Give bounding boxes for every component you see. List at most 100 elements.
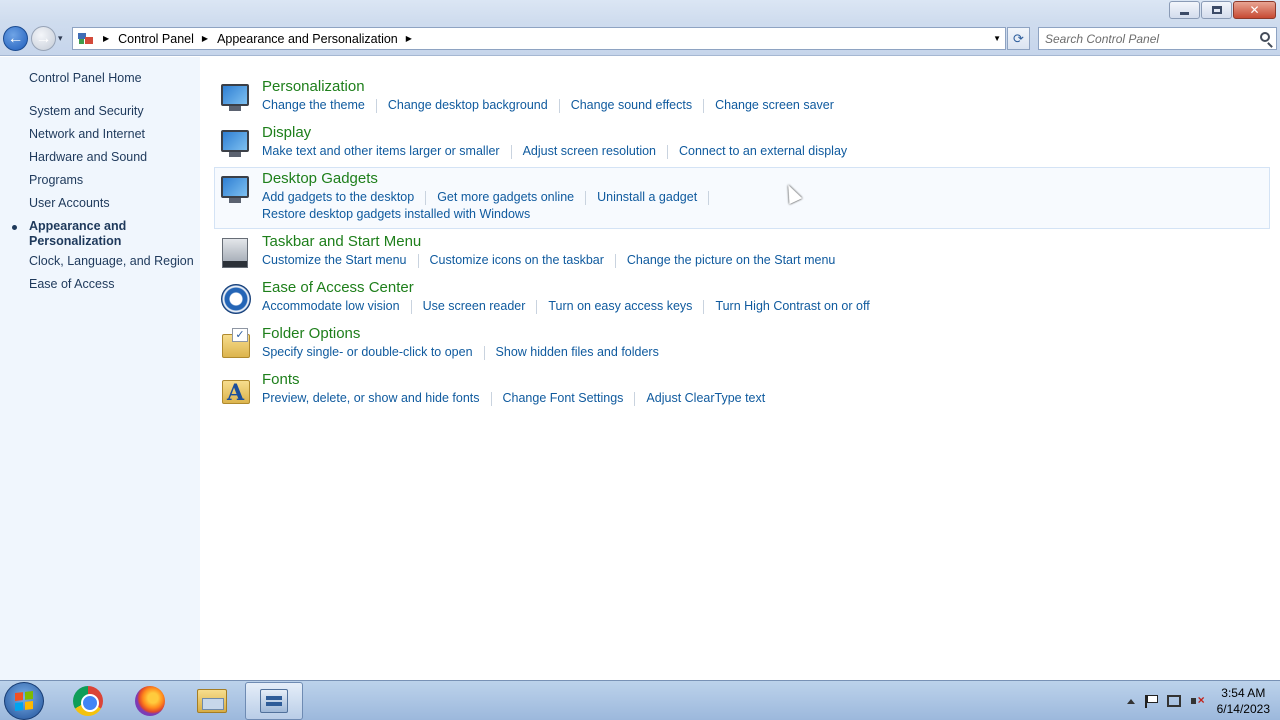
sidebar-item-user-accounts[interactable]: User Accounts — [29, 196, 110, 211]
category-display: Display Make text and other items larger… — [215, 123, 1270, 163]
link-change-screen-saver[interactable]: Change screen saver — [715, 97, 834, 114]
desktop-gadgets-icon[interactable] — [219, 173, 251, 205]
link-separator — [536, 300, 538, 314]
category-title-desktop-gadgets[interactable]: Desktop Gadgets — [262, 169, 378, 189]
sidebar-control-panel-home[interactable]: Control Panel Home — [29, 71, 142, 86]
breadcrumb-arrow-icon[interactable]: ▶ — [202, 34, 208, 43]
link-separator — [703, 99, 705, 113]
volume-muted-icon[interactable] — [1190, 693, 1205, 707]
close-button[interactable]: ✕ — [1233, 1, 1276, 19]
taskbar-icon[interactable] — [219, 236, 251, 268]
link-adjust-cleartype[interactable]: Adjust ClearType text — [646, 390, 765, 407]
clock-date: 6/14/2023 — [1216, 702, 1270, 716]
breadcrumb-appearance[interactable]: Appearance and Personalization — [217, 32, 398, 46]
address-dropdown-icon[interactable]: ▼ — [993, 34, 1001, 43]
navigation-bar: ← → ▾ ▶ Control Panel ▶ Appearance and P… — [0, 22, 1280, 56]
clock[interactable]: 3:54 AM 6/14/2023 — [1217, 685, 1270, 717]
windows-logo-icon — [15, 691, 33, 711]
taskbar-firefox[interactable] — [121, 682, 179, 720]
link-uninstall-gadget[interactable]: Uninstall a gadget — [597, 189, 697, 206]
sidebar: Control Panel Home System and Security N… — [0, 57, 200, 680]
link-change-theme[interactable]: Change the theme — [262, 97, 365, 114]
taskbar-control-panel[interactable] — [245, 682, 303, 720]
category-links: Specify single- or double-click to open … — [262, 344, 1162, 361]
chrome-icon — [73, 686, 103, 716]
start-button[interactable] — [4, 682, 44, 720]
taskbar-file-explorer[interactable] — [183, 682, 241, 720]
search-box[interactable] — [1038, 27, 1277, 50]
restore-icon — [1211, 6, 1222, 14]
title-bar: ✕ — [0, 0, 1280, 22]
taskbar: 3:54 AM 6/14/2023 — [0, 680, 1280, 720]
forward-arrow-icon: → — [35, 29, 52, 47]
link-adjust-resolution[interactable]: Adjust screen resolution — [523, 143, 656, 160]
show-hidden-icons-icon[interactable] — [1126, 698, 1135, 704]
link-use-screen-reader[interactable]: Use screen reader — [423, 298, 526, 315]
link-single-double-click[interactable]: Specify single- or double-click to open — [262, 344, 473, 361]
search-input[interactable] — [1039, 28, 1249, 49]
control-panel-icon — [77, 32, 95, 46]
link-change-font-settings[interactable]: Change Font Settings — [503, 390, 624, 407]
link-add-gadgets[interactable]: Add gadgets to the desktop — [262, 189, 414, 206]
link-customize-start-menu[interactable]: Customize the Start menu — [262, 252, 407, 269]
sidebar-item-ease-of-access[interactable]: Ease of Access — [29, 277, 114, 292]
breadcrumb-arrow-icon[interactable]: ▶ — [103, 34, 109, 43]
address-bar[interactable]: ▶ Control Panel ▶ Appearance and Persona… — [72, 27, 1006, 50]
action-center-flag-icon[interactable] — [1144, 694, 1158, 708]
category-title-folder-options[interactable]: Folder Options — [262, 324, 360, 344]
link-change-start-picture[interactable]: Change the picture on the Start menu — [627, 252, 835, 269]
back-button[interactable]: ← — [3, 26, 28, 51]
breadcrumb-control-panel[interactable]: Control Panel — [118, 32, 194, 46]
recent-pages-button[interactable]: ▾ — [58, 33, 63, 44]
category-title-fonts[interactable]: Fonts — [262, 370, 300, 390]
link-separator — [425, 191, 427, 205]
link-easy-access-keys[interactable]: Turn on easy access keys — [548, 298, 692, 315]
link-preview-fonts[interactable]: Preview, delete, or show and hide fonts — [262, 390, 480, 407]
category-fonts: A Fonts Preview, delete, or show and hid… — [215, 370, 1270, 410]
link-connect-external-display[interactable]: Connect to an external display — [679, 143, 847, 160]
link-restore-gadgets[interactable]: Restore desktop gadgets installed with W… — [262, 206, 530, 223]
link-accommodate-low-vision[interactable]: Accommodate low vision — [262, 298, 400, 315]
link-make-text-larger[interactable]: Make text and other items larger or smal… — [262, 143, 500, 160]
fonts-icon[interactable]: A — [219, 374, 251, 406]
link-separator — [667, 145, 668, 159]
folder-options-icon[interactable]: ✓ — [219, 328, 251, 360]
network-icon[interactable] — [1166, 695, 1181, 707]
refresh-button[interactable]: ⟳ — [1007, 27, 1030, 50]
sidebar-item-network[interactable]: Network and Internet — [29, 127, 145, 142]
forward-button[interactable]: → — [31, 26, 56, 51]
ease-of-access-icon[interactable] — [219, 282, 251, 314]
category-title-taskbar[interactable]: Taskbar and Start Menu — [262, 232, 421, 252]
refresh-icon: ⟳ — [1013, 30, 1024, 46]
sidebar-item-hardware-sound[interactable]: Hardware and Sound — [29, 150, 147, 165]
link-separator — [410, 300, 412, 314]
link-separator — [510, 145, 512, 159]
link-separator — [375, 99, 377, 113]
sidebar-item-clock-language[interactable]: Clock, Language, and Region — [29, 254, 194, 269]
restore-button[interactable] — [1201, 1, 1232, 19]
display-icon[interactable] — [219, 127, 251, 159]
personalization-icon[interactable] — [219, 81, 251, 113]
sidebar-item-system-security[interactable]: System and Security — [29, 104, 144, 119]
minimize-icon — [1180, 11, 1189, 15]
breadcrumb-arrow-icon[interactable]: ▶ — [406, 34, 412, 43]
link-change-desktop-background[interactable]: Change desktop background — [388, 97, 548, 114]
link-high-contrast[interactable]: Turn High Contrast on or off — [715, 298, 869, 315]
link-separator — [634, 392, 636, 406]
link-get-more-gadgets[interactable]: Get more gadgets online — [437, 189, 574, 206]
category-title-ease-of-access[interactable]: Ease of Access Center — [262, 278, 414, 298]
control-panel-icon — [260, 689, 288, 713]
minimize-button[interactable] — [1169, 1, 1200, 19]
link-customize-taskbar-icons[interactable]: Customize icons on the taskbar — [430, 252, 604, 269]
link-separator — [614, 254, 616, 268]
category-links: Preview, delete, or show and hide fonts … — [262, 390, 1162, 407]
category-links: Change the theme Change desktop backgrou… — [262, 97, 1162, 114]
firefox-icon — [135, 686, 165, 716]
taskbar-chrome[interactable] — [59, 682, 117, 720]
category-title-display[interactable]: Display — [262, 123, 311, 143]
search-icon[interactable] — [1260, 32, 1270, 42]
sidebar-item-programs[interactable]: Programs — [29, 173, 83, 188]
category-title-personalization[interactable]: Personalization — [262, 77, 365, 97]
link-show-hidden-files[interactable]: Show hidden files and folders — [496, 344, 659, 361]
link-change-sound-effects[interactable]: Change sound effects — [571, 97, 692, 114]
